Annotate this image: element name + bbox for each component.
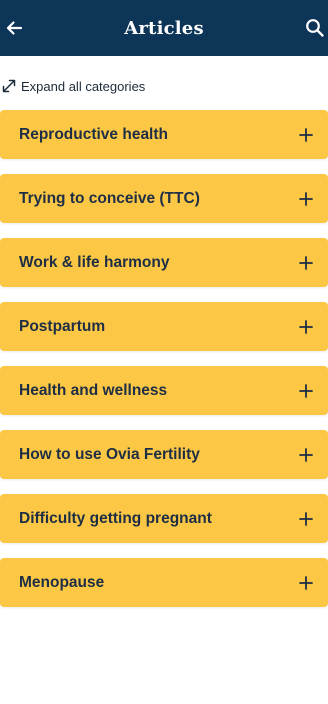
plus-icon[interactable] <box>298 575 314 591</box>
plus-icon[interactable] <box>298 511 314 527</box>
plus-icon[interactable] <box>298 191 314 207</box>
category-row[interactable]: Reproductive health <box>0 110 328 159</box>
search-icon <box>306 19 324 37</box>
category-list: Reproductive health Trying to conceive (T… <box>0 110 328 622</box>
expand-arrows-icon <box>0 77 18 95</box>
arrow-left-icon <box>6 21 23 35</box>
search-button[interactable] <box>304 16 328 40</box>
category-label: Difficulty getting pregnant <box>19 509 212 527</box>
plus-icon[interactable] <box>298 255 314 271</box>
plus-icon[interactable] <box>298 319 314 335</box>
back-button[interactable] <box>2 16 26 40</box>
expand-all-label: Expand all categories <box>21 78 146 94</box>
category-row[interactable]: Menopause <box>0 558 328 607</box>
category-label: Menopause <box>19 573 105 591</box>
plus-icon[interactable] <box>298 383 314 399</box>
category-row[interactable]: Work & life harmony <box>0 238 328 287</box>
category-row[interactable]: How to use Ovia Fertility <box>0 430 328 479</box>
category-row[interactable]: Difficulty getting pregnant <box>0 494 328 543</box>
category-label: Reproductive health <box>19 125 168 143</box>
category-label: Work & life harmony <box>19 253 170 271</box>
category-row[interactable]: Postpartum <box>0 302 328 351</box>
expand-all-categories-button[interactable]: Expand all categories <box>0 76 145 96</box>
category-row[interactable]: Trying to conceive (TTC) <box>0 174 328 223</box>
category-label: Postpartum <box>19 317 106 335</box>
category-label: How to use Ovia Fertility <box>19 445 200 463</box>
category-label: Health and wellness <box>19 381 168 399</box>
category-row[interactable]: Health and wellness <box>0 366 328 415</box>
top-app-bar: Articles <box>0 0 328 56</box>
category-label: Trying to conceive (TTC) <box>19 189 200 207</box>
plus-icon[interactable] <box>298 447 314 463</box>
plus-icon[interactable] <box>298 127 314 143</box>
page-title: Articles <box>124 17 204 39</box>
